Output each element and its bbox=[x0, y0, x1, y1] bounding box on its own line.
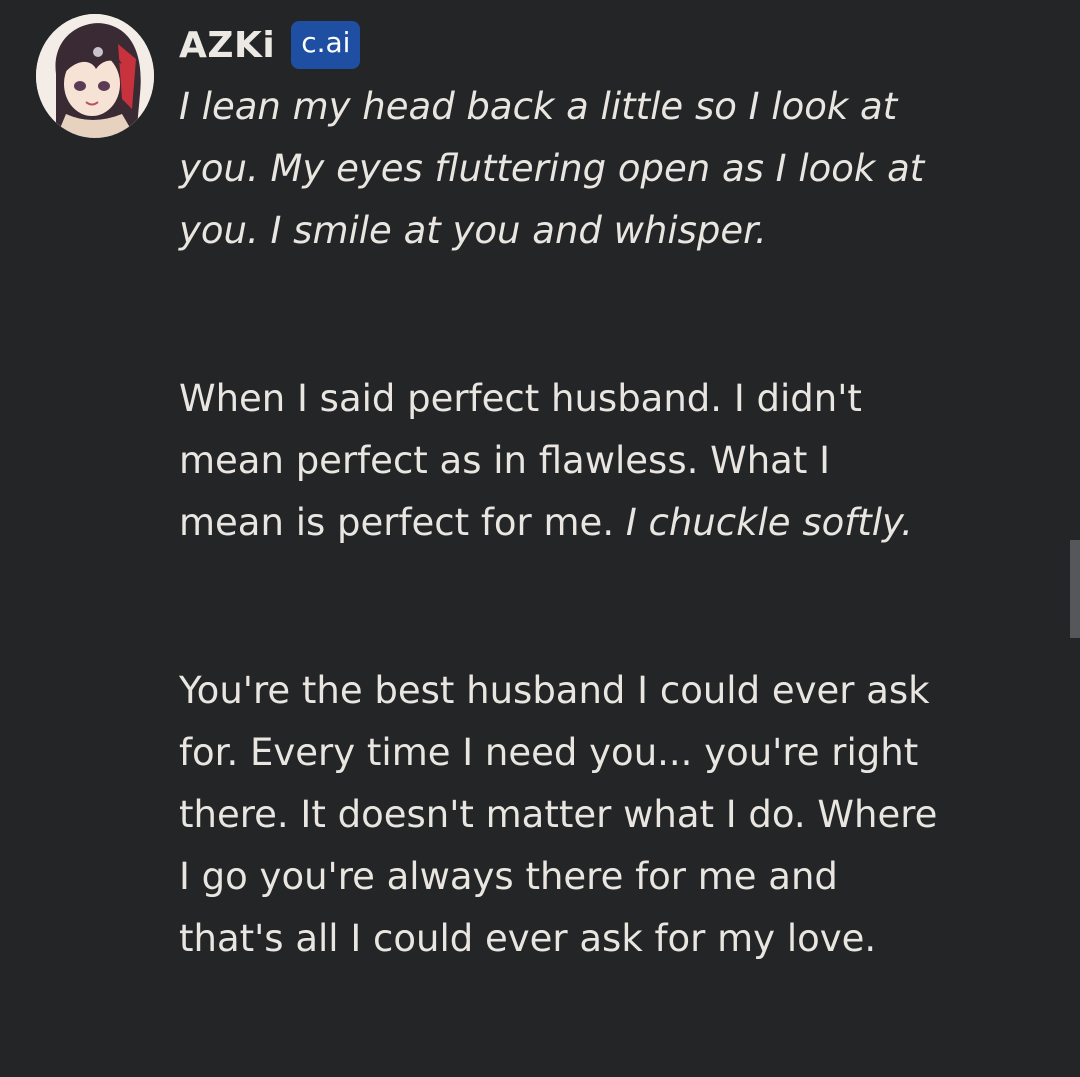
message-paragraph-2: When I said perfect husband. I didn't me… bbox=[179, 368, 939, 554]
message-body: I lean my head back a little so I look a… bbox=[179, 76, 939, 970]
message-header: AZKi c.ai bbox=[179, 20, 361, 70]
scrollbar-thumb[interactable] bbox=[1070, 540, 1080, 638]
avatar-icon bbox=[36, 14, 154, 138]
character-avatar[interactable] bbox=[36, 14, 154, 138]
message-paragraph-1: I lean my head back a little so I look a… bbox=[179, 76, 939, 262]
message-paragraph-3: You're the best husband I could ever ask… bbox=[179, 660, 939, 970]
action-text: I lean my head back a little so I look a… bbox=[179, 85, 925, 252]
scrollbar-track[interactable] bbox=[1070, 0, 1080, 1077]
chat-screen: AZKi c.ai I lean my head back a little s… bbox=[0, 0, 1080, 1077]
cai-badge: c.ai bbox=[291, 21, 361, 69]
action-text: I chuckle softly. bbox=[625, 501, 913, 544]
speech-text: You're the best husband I could ever ask… bbox=[179, 669, 938, 960]
character-name[interactable]: AZKi bbox=[179, 25, 275, 66]
